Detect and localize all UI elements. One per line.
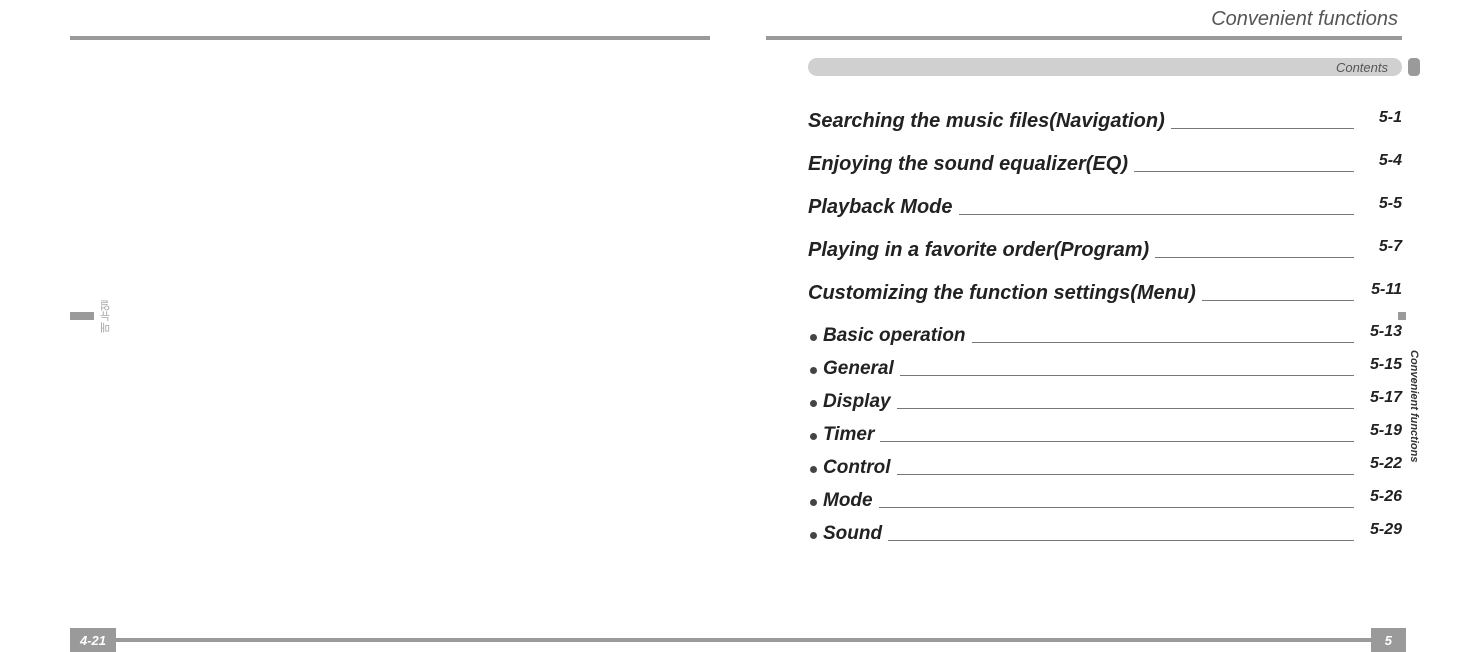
toc-page: 5-11	[1360, 281, 1402, 299]
toc-row: Playing in a favorite order(Program) 5-7	[808, 239, 1402, 262]
toc-leader	[879, 507, 1354, 508]
toc-label: Control	[823, 457, 891, 479]
toc-row: Playback Mode 5-5	[808, 196, 1402, 219]
toc-label: Playback Mode	[808, 196, 953, 219]
left-page-number: 4-21	[70, 628, 116, 652]
contents-label: Contents	[1336, 60, 1388, 75]
toc-leader	[972, 342, 1354, 343]
right-header-rule	[766, 36, 1402, 40]
contents-bar-cap	[1408, 58, 1420, 76]
toc-label: Basic operation	[823, 325, 966, 347]
toc-label: Searching the music files(Navigation)	[808, 110, 1165, 133]
toc-label: Timer	[823, 424, 874, 446]
left-side-text: 매뉴얼	[98, 300, 114, 333]
toc-page: 5-15	[1360, 356, 1402, 374]
right-footer-rule	[738, 638, 1371, 642]
section-title: Convenient functions	[1211, 8, 1398, 31]
toc-page: 5-4	[1360, 152, 1402, 170]
toc-row: General 5-15	[808, 358, 1402, 380]
toc-page: 5-17	[1360, 389, 1402, 407]
bullet-icon	[810, 433, 817, 440]
toc-leader	[900, 375, 1354, 376]
toc-page: 5-1	[1360, 109, 1402, 127]
right-side-tab	[1398, 312, 1406, 320]
left-side-tab	[70, 312, 94, 320]
toc-row: Timer 5-19	[808, 424, 1402, 446]
table-of-contents: Searching the music files(Navigation) 5-1…	[808, 110, 1402, 556]
left-page: 매뉴얼 4-21	[0, 0, 738, 652]
toc-leader	[880, 441, 1354, 442]
toc-page: 5-7	[1360, 238, 1402, 256]
toc-row: Customizing the function settings(Menu) 5…	[808, 282, 1402, 305]
contents-bar: Contents	[808, 58, 1402, 76]
bullet-icon	[810, 400, 817, 407]
toc-label: Playing in a favorite order(Program)	[808, 239, 1149, 262]
left-footer: 4-21	[70, 628, 738, 652]
toc-leader	[1155, 257, 1354, 258]
toc-label: General	[823, 358, 894, 380]
toc-page: 5-22	[1360, 455, 1402, 473]
bullet-icon	[810, 466, 817, 473]
toc-leader	[897, 408, 1354, 409]
toc-leader	[1171, 128, 1354, 129]
toc-leader	[959, 214, 1354, 215]
toc-leader	[1202, 300, 1354, 301]
toc-row: Display 5-17	[808, 391, 1402, 413]
toc-row: Control 5-22	[808, 457, 1402, 479]
bullet-icon	[810, 532, 817, 539]
left-header-rule	[70, 36, 710, 40]
toc-page: 5-26	[1360, 488, 1402, 506]
toc-row: Mode 5-26	[808, 490, 1402, 512]
right-side-text: Convenient functions	[1408, 350, 1420, 462]
toc-label: Mode	[823, 490, 873, 512]
right-page: Convenient functions Contents Searching …	[738, 0, 1476, 652]
toc-label: Customizing the function settings(Menu)	[808, 282, 1196, 305]
toc-page: 5-19	[1360, 422, 1402, 440]
left-footer-rule	[116, 638, 738, 642]
bullet-icon	[810, 334, 817, 341]
toc-leader	[1134, 171, 1354, 172]
toc-row: Searching the music files(Navigation) 5-1	[808, 110, 1402, 133]
right-footer: 5	[738, 628, 1406, 652]
toc-row: Enjoying the sound equalizer(EQ) 5-4	[808, 153, 1402, 176]
bullet-icon	[810, 367, 817, 374]
toc-row: Sound 5-29	[808, 523, 1402, 545]
bullet-icon	[810, 499, 817, 506]
toc-page: 5-29	[1360, 521, 1402, 539]
toc-row: Basic operation 5-13	[808, 325, 1402, 347]
toc-page: 5-5	[1360, 195, 1402, 213]
toc-leader	[897, 474, 1354, 475]
toc-label: Sound	[823, 523, 882, 545]
toc-page: 5-13	[1360, 323, 1402, 341]
right-page-number: 5	[1371, 628, 1406, 652]
toc-label: Enjoying the sound equalizer(EQ)	[808, 153, 1128, 176]
toc-leader	[888, 540, 1354, 541]
toc-label: Display	[823, 391, 891, 413]
